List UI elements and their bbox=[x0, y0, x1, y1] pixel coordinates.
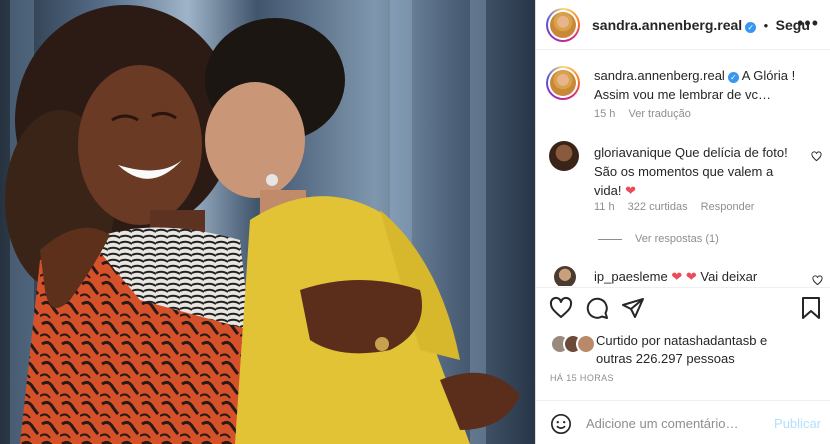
verified-badge-icon: ✓ bbox=[745, 22, 757, 33]
post-actions-bar bbox=[536, 287, 830, 329]
red-heart-emoji: ❤ bbox=[625, 183, 636, 198]
comment-text-line3: vida! bbox=[594, 183, 622, 198]
commenter-username[interactable]: gloriavanique bbox=[594, 145, 671, 160]
caption-username[interactable]: sandra.annenberg.real bbox=[594, 68, 725, 83]
post-photo[interactable] bbox=[0, 0, 535, 444]
like-heart-icon[interactable] bbox=[549, 296, 573, 320]
likes-text-line2: outras 226.297 pessoas bbox=[596, 351, 735, 366]
comment-text-line1: Que delícia de foto! bbox=[674, 145, 788, 160]
likes-text-line1: Curtido por natashadantasb e bbox=[596, 333, 768, 348]
caption-verified-icon: ✓ bbox=[727, 72, 739, 83]
author-username[interactable]: sandra.annenberg.real bbox=[592, 17, 742, 33]
post-timestamp: HÁ 15 HORAS bbox=[550, 373, 614, 383]
comment-item: ip_paesleme ❤ ❤ Vai deixar bbox=[536, 262, 830, 286]
likes-text[interactable]: Curtido por natashadantasb e outras 226.… bbox=[596, 332, 826, 368]
emoji-icon[interactable] bbox=[550, 413, 572, 435]
header-separator: • bbox=[763, 18, 769, 33]
comment-text: Vai deixar bbox=[700, 269, 758, 284]
caption-avatar[interactable] bbox=[546, 66, 580, 100]
comment-likes[interactable]: 322 curtidas bbox=[628, 201, 688, 213]
caption-time: 15 h bbox=[594, 108, 616, 120]
see-translation-button[interactable]: Ver tradução bbox=[628, 108, 690, 120]
commenter-avatar[interactable] bbox=[554, 266, 576, 286]
share-icon[interactable] bbox=[621, 296, 645, 320]
add-comment-bar: Publicar bbox=[536, 400, 830, 444]
publish-button[interactable]: Publicar bbox=[774, 416, 821, 431]
author-info: sandra.annenberg.real ✓ • Segu bbox=[592, 17, 810, 35]
comment-text-line2: São os momentos que valem a bbox=[594, 164, 774, 179]
commenter-username[interactable]: ip_paesleme bbox=[594, 269, 668, 284]
likes-summary: Curtido por natashadantasb e outras 226.… bbox=[550, 332, 820, 372]
replies-divider bbox=[598, 239, 622, 240]
liker-avatar bbox=[576, 334, 596, 354]
caption-text-line1: A Glória ! bbox=[741, 68, 796, 83]
comment-icon[interactable] bbox=[585, 296, 609, 320]
liker-avatars bbox=[550, 334, 602, 354]
save-bookmark-icon[interactable] bbox=[800, 296, 822, 320]
reply-button[interactable]: Responder bbox=[701, 201, 755, 213]
more-dots-icon[interactable]: ••• bbox=[797, 14, 819, 32]
comment-time: 11 h bbox=[594, 201, 615, 213]
red-heart-emoji: ❤ ❤ bbox=[671, 269, 697, 284]
caption-text-line2: Assim vou me lembrar de vc… bbox=[594, 87, 771, 102]
author-avatar[interactable] bbox=[546, 8, 580, 42]
view-replies-button[interactable]: Ver respostas (1) bbox=[635, 233, 719, 245]
comment-input[interactable] bbox=[586, 411, 766, 435]
commenter-avatar[interactable] bbox=[549, 141, 579, 171]
post-side-panel: sandra.annenberg.real ✓ • Segu ••• sandra… bbox=[535, 0, 830, 444]
photo-illustration bbox=[0, 0, 535, 444]
post-header: sandra.annenberg.real ✓ • Segu ••• bbox=[536, 0, 830, 50]
like-comment-heart-icon[interactable] bbox=[812, 275, 823, 286]
like-comment-heart-icon[interactable] bbox=[811, 151, 822, 162]
